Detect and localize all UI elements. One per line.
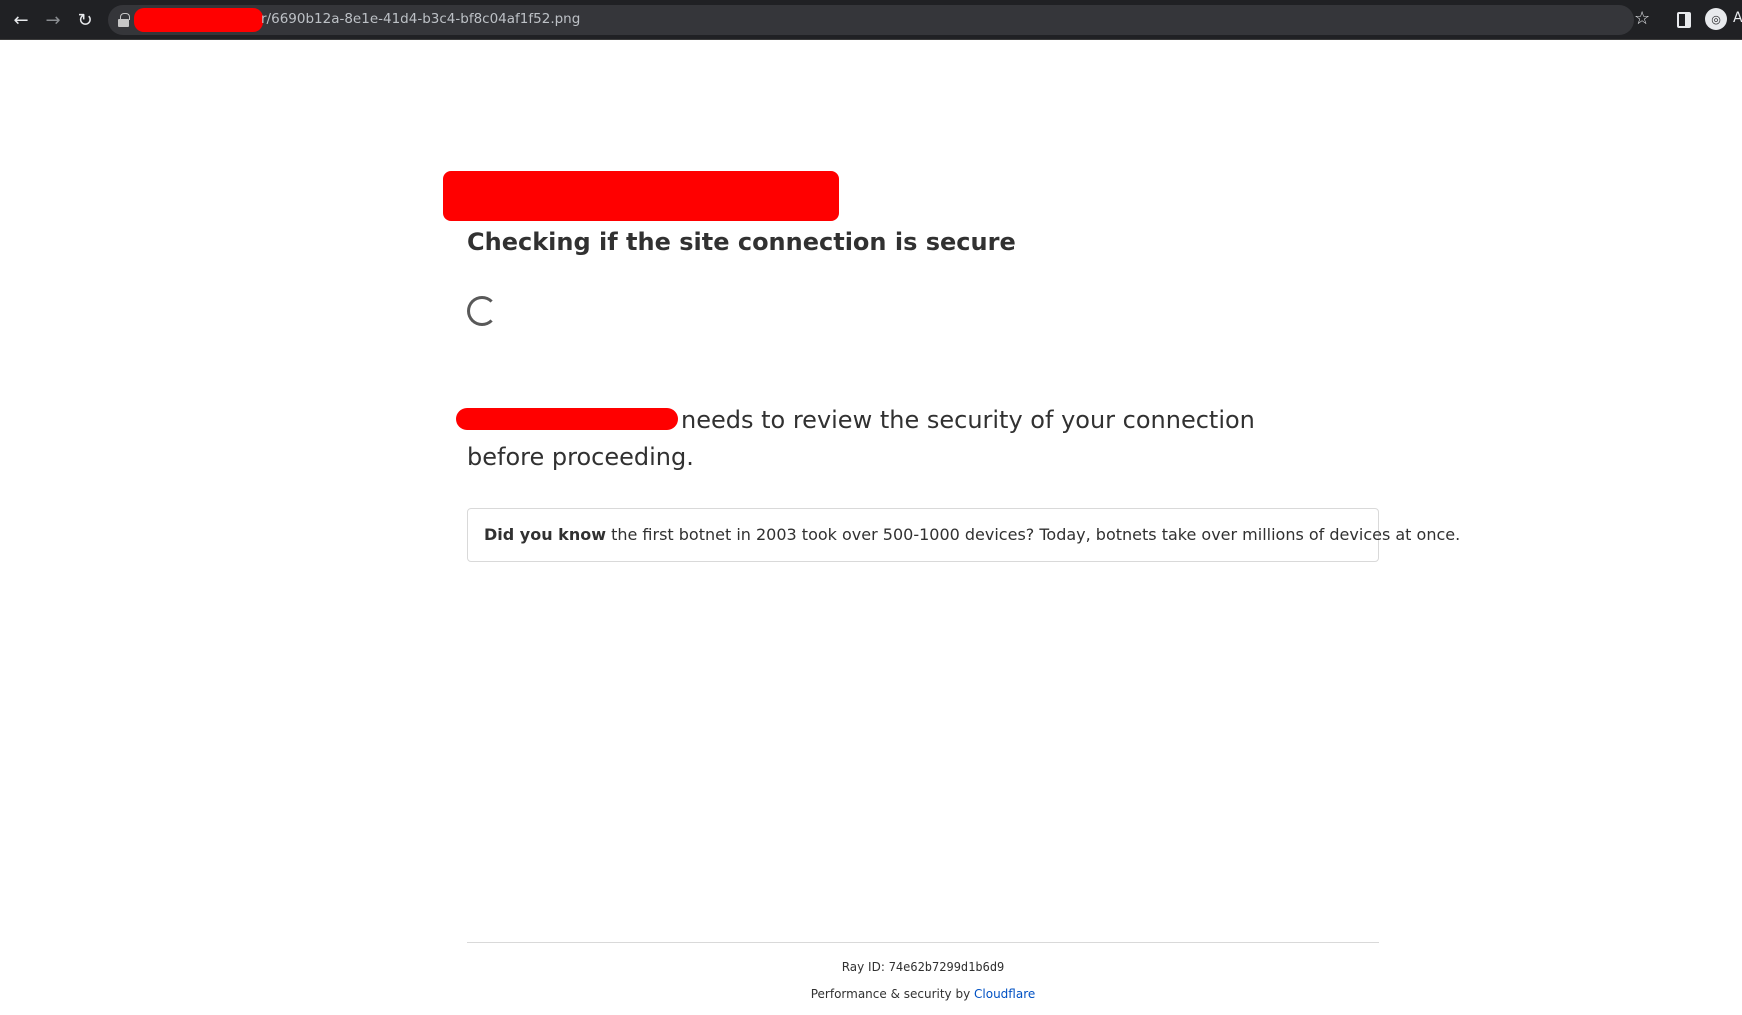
address-bar[interactable]: r/6690b12a-8e1e-41d4-b3c4-bf8c04af1f52.p… xyxy=(108,5,1634,35)
back-arrow-icon[interactable]: ← xyxy=(9,9,33,31)
did-you-know-label: Did you know xyxy=(484,525,606,544)
ray-id: Ray ID: 74e62b7299d1b6d9 xyxy=(0,960,1742,974)
profile-label[interactable]: A xyxy=(1733,10,1742,26)
review-message: needs to review the security of your con… xyxy=(456,402,1327,476)
star-icon[interactable]: ☆ xyxy=(1634,8,1650,29)
did-you-know-box: Did you know the first botnet in 2003 to… xyxy=(467,508,1460,562)
performance-credit: Performance & security by Cloudflare xyxy=(0,987,1742,1001)
reload-icon[interactable]: ↻ xyxy=(73,9,97,31)
lock-icon[interactable] xyxy=(118,13,130,27)
side-panel-icon[interactable] xyxy=(1677,12,1691,28)
redacted-domain xyxy=(134,8,263,32)
performance-label: Performance & security by xyxy=(810,987,975,1001)
incognito-avatar-icon[interactable]: ◎ xyxy=(1705,8,1727,30)
redacted-site-name xyxy=(443,171,839,221)
redacted-domain-inline xyxy=(456,408,678,430)
ray-id-label: Ray ID: xyxy=(841,960,889,974)
loading-spinner-icon xyxy=(467,296,497,326)
did-you-know-text: the first botnet in 2003 took over 500-1… xyxy=(605,525,1461,544)
ray-id-value: 74e62b7299d1b6d9 xyxy=(888,960,1005,974)
cloudflare-link[interactable]: Cloudflare xyxy=(974,987,1035,1001)
page-title: Checking if the site connection is secur… xyxy=(467,228,1016,256)
browser-toolbar: ← → ↻ r/6690b12a-8e1e-41d4-b3c4-bf8c04af… xyxy=(0,0,1742,40)
footer-divider xyxy=(467,942,1379,943)
url-text[interactable]: r/6690b12a-8e1e-41d4-b3c4-bf8c04af1f52.p… xyxy=(261,11,580,27)
forward-arrow-icon[interactable]: → xyxy=(41,9,65,31)
